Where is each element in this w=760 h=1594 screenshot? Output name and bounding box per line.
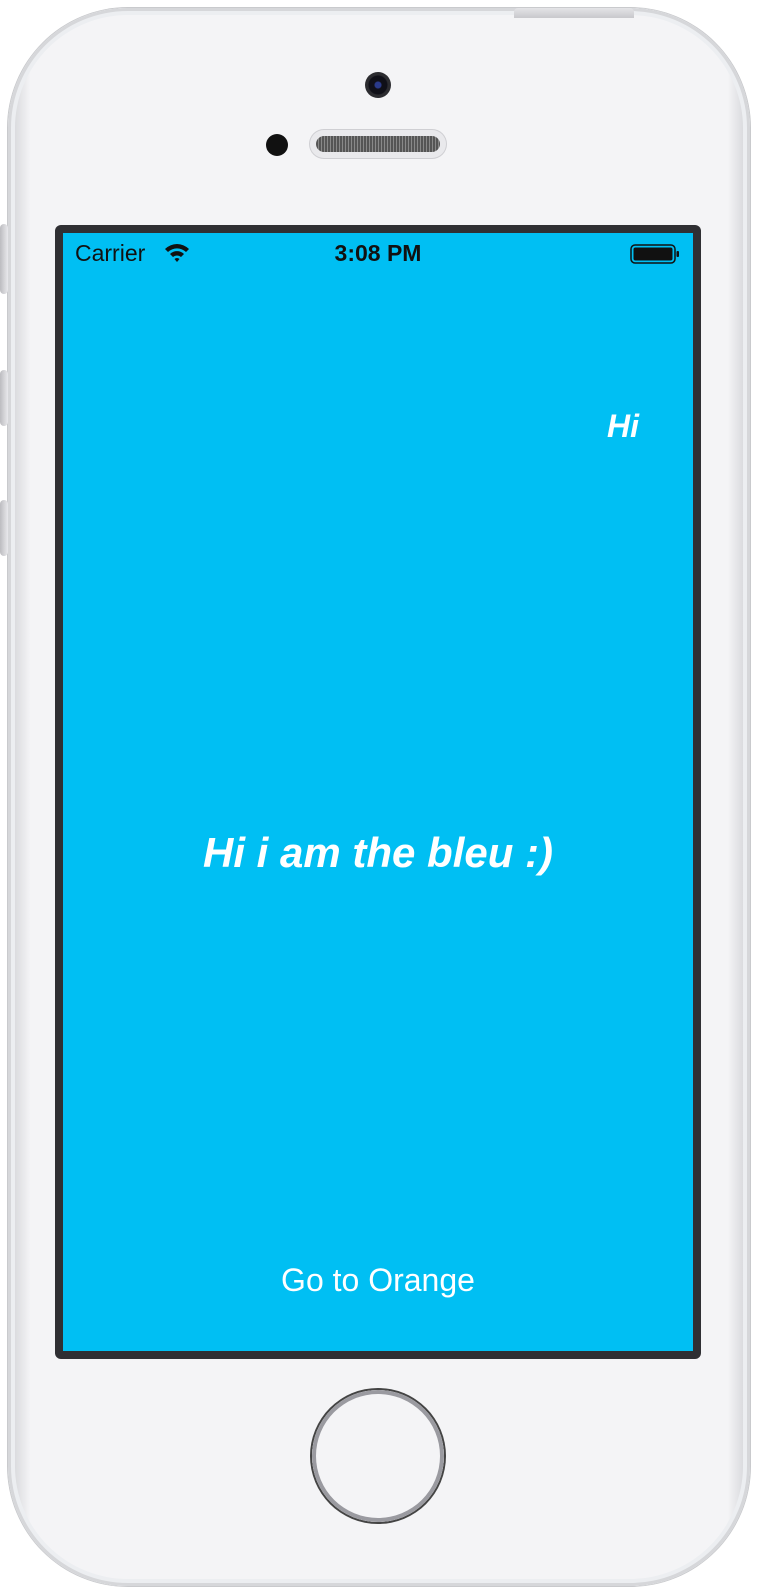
earpiece-speaker bbox=[310, 130, 446, 158]
app-screen: Carrier 3:08 PM Hi Hi i am the bleu :) G… bbox=[63, 233, 693, 1351]
proximity-sensor bbox=[266, 134, 288, 156]
volume-up-button bbox=[0, 370, 8, 426]
battery-icon bbox=[630, 243, 679, 264]
go-to-orange-button[interactable]: Go to Orange bbox=[228, 1257, 528, 1303]
front-camera bbox=[365, 72, 391, 98]
main-greeting-label: Hi i am the bleu :) bbox=[202, 829, 554, 876]
power-button bbox=[514, 8, 634, 18]
home-button[interactable] bbox=[312, 1390, 444, 1522]
volume-down-button bbox=[0, 500, 8, 556]
status-time: 3:08 PM bbox=[334, 240, 422, 266]
mute-switch bbox=[0, 224, 8, 294]
status-bar: Carrier 3:08 PM bbox=[63, 233, 693, 273]
corner-hi-label: Hi bbox=[607, 408, 639, 444]
